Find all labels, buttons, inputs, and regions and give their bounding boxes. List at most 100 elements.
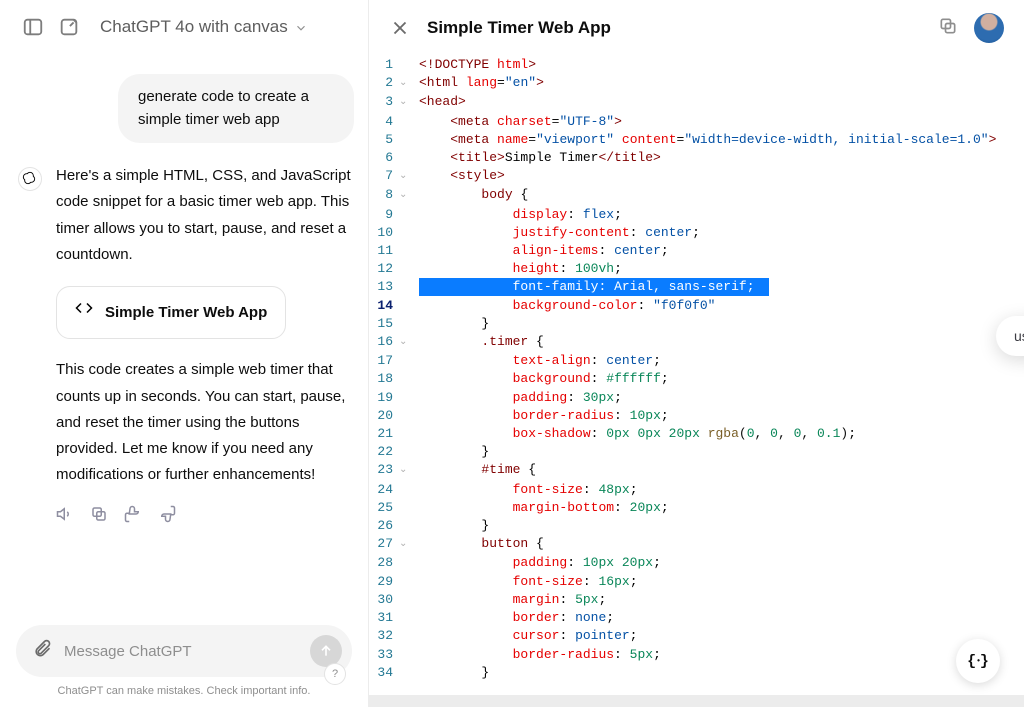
- code-content[interactable]: #time {: [415, 461, 1024, 480]
- horizontal-scrollbar[interactable]: [369, 695, 1024, 707]
- send-button[interactable]: [310, 635, 342, 667]
- code-line[interactable]: 26 }: [369, 517, 1024, 535]
- code-line[interactable]: 21 box-shadow: 0px 0px 20px rgba(0, 0, 0…: [369, 425, 1024, 443]
- code-line[interactable]: 17 text-align: center;: [369, 352, 1024, 370]
- copy-code-icon[interactable]: [938, 16, 958, 41]
- line-number: 4: [369, 113, 399, 131]
- code-content[interactable]: }: [415, 443, 1024, 461]
- close-canvas-icon[interactable]: [389, 17, 411, 39]
- code-content[interactable]: box-shadow: 0px 0px 20px rgba(0, 0, 0, 0…: [415, 425, 1024, 443]
- code-line[interactable]: 9 display: flex;: [369, 206, 1024, 224]
- inline-prompt-text[interactable]: use a modern font: [1014, 328, 1024, 344]
- code-content[interactable]: background: #ffffff;: [415, 370, 1024, 388]
- code-line[interactable]: 19 padding: 30px;: [369, 389, 1024, 407]
- code-line[interactable]: 6 <title>Simple Timer</title>: [369, 149, 1024, 167]
- code-fab-button[interactable]: {•}: [956, 639, 1000, 683]
- code-editor[interactable]: 1<!DOCTYPE html>2⌄<html lang="en">3⌄<hea…: [369, 56, 1024, 707]
- code-content[interactable]: <meta name="viewport" content="width=dev…: [415, 131, 1024, 149]
- code-content[interactable]: border-radius: 10px;: [415, 407, 1024, 425]
- help-button[interactable]: ?: [324, 663, 346, 685]
- code-content[interactable]: text-align: center;: [415, 352, 1024, 370]
- code-content[interactable]: <head>: [415, 93, 1024, 112]
- copy-icon[interactable]: [90, 505, 108, 523]
- code-content[interactable]: justify-content: center;: [415, 224, 1024, 242]
- code-content[interactable]: font-size: 48px;: [415, 481, 1024, 499]
- code-line[interactable]: 14 background-color: "f0f0f0": [369, 297, 1024, 315]
- fold-toggle[interactable]: ⌄: [399, 74, 415, 93]
- code-line[interactable]: 20 border-radius: 10px;: [369, 407, 1024, 425]
- code-content[interactable]: margin: 5px;: [415, 591, 1024, 609]
- code-content[interactable]: align-items: center;: [415, 242, 1024, 260]
- conversation-scroll[interactable]: generate code to create a simple timer w…: [0, 54, 368, 625]
- code-content[interactable]: }: [415, 664, 1024, 682]
- line-number: 34: [369, 664, 399, 682]
- code-line[interactable]: 33 border-radius: 5px;: [369, 646, 1024, 664]
- code-line[interactable]: 27⌄ button {: [369, 535, 1024, 554]
- code-content[interactable]: font-size: 16px;: [415, 573, 1024, 591]
- code-content[interactable]: display: flex;: [415, 206, 1024, 224]
- code-line[interactable]: 13 font-family: Arial, sans-serif;: [369, 278, 1024, 296]
- canvas-attachment-card[interactable]: Simple Timer Web App: [56, 286, 286, 339]
- toggle-sidebar-icon[interactable]: [22, 16, 44, 38]
- thumbs-up-icon[interactable]: [124, 505, 142, 523]
- code-line[interactable]: 18 background: #ffffff;: [369, 370, 1024, 388]
- code-content[interactable]: <html lang="en">: [415, 74, 1024, 93]
- code-content[interactable]: font-family: Arial, sans-serif;: [415, 278, 1024, 296]
- code-line[interactable]: 2⌄<html lang="en">: [369, 74, 1024, 93]
- code-content[interactable]: border: none;: [415, 609, 1024, 627]
- code-line[interactable]: 7⌄ <style>: [369, 167, 1024, 186]
- code-line[interactable]: 15 }: [369, 315, 1024, 333]
- code-content[interactable]: button {: [415, 535, 1024, 554]
- code-line[interactable]: 24 font-size: 48px;: [369, 481, 1024, 499]
- composer[interactable]: Message ChatGPT: [16, 625, 352, 677]
- thumbs-down-icon[interactable]: [158, 505, 176, 523]
- read-aloud-icon[interactable]: [56, 505, 74, 523]
- code-line[interactable]: 5 <meta name="viewport" content="width=d…: [369, 131, 1024, 149]
- editor-scroll[interactable]: 1<!DOCTYPE html>2⌄<html lang="en">3⌄<hea…: [369, 56, 1024, 689]
- code-content[interactable]: <style>: [415, 167, 1024, 186]
- code-line[interactable]: 10 justify-content: center;: [369, 224, 1024, 242]
- new-chat-icon[interactable]: [58, 16, 80, 38]
- code-line[interactable]: 16⌄ .timer {: [369, 333, 1024, 352]
- fold-toggle[interactable]: ⌄: [399, 186, 415, 205]
- code-line[interactable]: 25 margin-bottom: 20px;: [369, 499, 1024, 517]
- code-line[interactable]: 28 padding: 10px 20px;: [369, 554, 1024, 572]
- fold-toggle[interactable]: ⌄: [399, 93, 415, 112]
- code-content[interactable]: padding: 30px;: [415, 389, 1024, 407]
- code-content[interactable]: }: [415, 517, 1024, 535]
- code-line[interactable]: 11 align-items: center;: [369, 242, 1024, 260]
- fold-toggle[interactable]: ⌄: [399, 461, 415, 480]
- fold-toggle[interactable]: ⌄: [399, 535, 415, 554]
- code-content[interactable]: padding: 10px 20px;: [415, 554, 1024, 572]
- code-content[interactable]: cursor: pointer;: [415, 627, 1024, 645]
- code-content[interactable]: background-color: "f0f0f0": [415, 297, 1024, 315]
- code-content[interactable]: margin-bottom: 20px;: [415, 499, 1024, 517]
- code-line[interactable]: 30 margin: 5px;: [369, 591, 1024, 609]
- fold-toggle: [399, 131, 415, 149]
- fold-toggle[interactable]: ⌄: [399, 333, 415, 352]
- code-content[interactable]: <meta charset="UTF-8">: [415, 113, 1024, 131]
- code-line[interactable]: 12 height: 100vh;: [369, 260, 1024, 278]
- code-content[interactable]: <title>Simple Timer</title>: [415, 149, 1024, 167]
- code-line[interactable]: 1<!DOCTYPE html>: [369, 56, 1024, 74]
- code-content[interactable]: <!DOCTYPE html>: [415, 56, 1024, 74]
- composer-input[interactable]: Message ChatGPT: [64, 643, 298, 660]
- code-line[interactable]: 8⌄ body {: [369, 186, 1024, 205]
- code-content[interactable]: .timer {: [415, 333, 1024, 352]
- code-line[interactable]: 31 border: none;: [369, 609, 1024, 627]
- code-line[interactable]: 22 }: [369, 443, 1024, 461]
- code-line[interactable]: 4 <meta charset="UTF-8">: [369, 113, 1024, 131]
- model-selector[interactable]: ChatGPT 4o with canvas: [100, 17, 308, 37]
- code-line[interactable]: 34 }: [369, 664, 1024, 682]
- attach-icon[interactable]: [32, 639, 52, 664]
- code-line[interactable]: 3⌄<head>: [369, 93, 1024, 112]
- code-content[interactable]: }: [415, 315, 1024, 333]
- code-line[interactable]: 23⌄ #time {: [369, 461, 1024, 480]
- code-content[interactable]: border-radius: 5px;: [415, 646, 1024, 664]
- code-line[interactable]: 29 font-size: 16px;: [369, 573, 1024, 591]
- code-line[interactable]: 32 cursor: pointer;: [369, 627, 1024, 645]
- fold-toggle[interactable]: ⌄: [399, 167, 415, 186]
- code-content[interactable]: height: 100vh;: [415, 260, 1024, 278]
- user-avatar[interactable]: [974, 13, 1004, 43]
- code-content[interactable]: body {: [415, 186, 1024, 205]
